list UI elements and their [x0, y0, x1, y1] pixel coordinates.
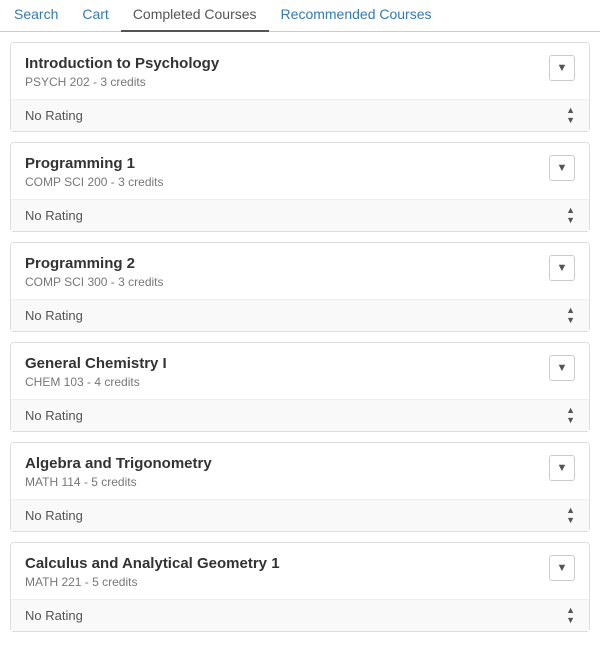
course-info: Introduction to Psychology PSYCH 202 - 3… [25, 55, 539, 89]
rating-row: No Rating ▲ ▼ [11, 200, 589, 231]
tab-completed-courses[interactable]: Completed Courses [121, 0, 269, 32]
course-subtitle: COMP SCI 300 - 3 credits [25, 275, 539, 289]
course-subtitle: COMP SCI 200 - 3 credits [25, 175, 539, 189]
course-dropdown-button[interactable]: ▼ [549, 455, 575, 481]
courses-list: Introduction to Psychology PSYCH 202 - 3… [0, 32, 600, 652]
course-card: Programming 2 COMP SCI 300 - 3 credits ▼… [10, 242, 590, 332]
course-title: Algebra and Trigonometry [25, 455, 539, 472]
course-dropdown-button[interactable]: ▼ [549, 55, 575, 81]
tab-search[interactable]: Search [10, 0, 70, 32]
navigation-tabs: Search Cart Completed Courses Recommende… [0, 0, 600, 32]
course-title: Programming 1 [25, 155, 539, 172]
course-title: Programming 2 [25, 255, 539, 272]
course-card: Calculus and Analytical Geometry 1 MATH … [10, 542, 590, 632]
rating-arrows-icon[interactable]: ▲ ▼ [566, 206, 575, 225]
course-header: Programming 2 COMP SCI 300 - 3 credits ▼ [11, 243, 589, 300]
tab-cart[interactable]: Cart [70, 0, 120, 32]
course-info: Programming 1 COMP SCI 200 - 3 credits [25, 155, 539, 189]
course-header: Calculus and Analytical Geometry 1 MATH … [11, 543, 589, 600]
course-subtitle: CHEM 103 - 4 credits [25, 375, 539, 389]
course-dropdown-button[interactable]: ▼ [549, 555, 575, 581]
course-header: Introduction to Psychology PSYCH 202 - 3… [11, 43, 589, 100]
course-header: Programming 1 COMP SCI 200 - 3 credits ▼ [11, 143, 589, 200]
rating-text: No Rating [25, 608, 83, 623]
rating-row: No Rating ▲ ▼ [11, 100, 589, 131]
rating-text: No Rating [25, 108, 83, 123]
course-header: General Chemistry I CHEM 103 - 4 credits… [11, 343, 589, 400]
rating-text: No Rating [25, 508, 83, 523]
course-info: Calculus and Analytical Geometry 1 MATH … [25, 555, 539, 589]
course-card: Programming 1 COMP SCI 200 - 3 credits ▼… [10, 142, 590, 232]
rating-row: No Rating ▲ ▼ [11, 600, 589, 631]
course-info: Programming 2 COMP SCI 300 - 3 credits [25, 255, 539, 289]
rating-arrows-icon[interactable]: ▲ ▼ [566, 106, 575, 125]
course-card: General Chemistry I CHEM 103 - 4 credits… [10, 342, 590, 432]
course-dropdown-button[interactable]: ▼ [549, 155, 575, 181]
course-title: Introduction to Psychology [25, 55, 539, 72]
course-dropdown-button[interactable]: ▼ [549, 255, 575, 281]
course-card: Introduction to Psychology PSYCH 202 - 3… [10, 42, 590, 132]
course-dropdown-button[interactable]: ▼ [549, 355, 575, 381]
rating-text: No Rating [25, 408, 83, 423]
rating-text: No Rating [25, 208, 83, 223]
course-info: Algebra and Trigonometry MATH 114 - 5 cr… [25, 455, 539, 489]
rating-row: No Rating ▲ ▼ [11, 400, 589, 431]
rating-arrows-icon[interactable]: ▲ ▼ [566, 506, 575, 525]
course-header: Algebra and Trigonometry MATH 114 - 5 cr… [11, 443, 589, 500]
rating-arrows-icon[interactable]: ▲ ▼ [566, 606, 575, 625]
course-subtitle: PSYCH 202 - 3 credits [25, 75, 539, 89]
course-subtitle: MATH 221 - 5 credits [25, 575, 539, 589]
course-title: General Chemistry I [25, 355, 539, 372]
rating-arrows-icon[interactable]: ▲ ▼ [566, 306, 575, 325]
rating-row: No Rating ▲ ▼ [11, 300, 589, 331]
course-subtitle: MATH 114 - 5 credits [25, 475, 539, 489]
rating-text: No Rating [25, 308, 83, 323]
rating-arrows-icon[interactable]: ▲ ▼ [566, 406, 575, 425]
course-title: Calculus and Analytical Geometry 1 [25, 555, 539, 572]
tab-recommended-courses[interactable]: Recommended Courses [269, 0, 444, 32]
course-info: General Chemistry I CHEM 103 - 4 credits [25, 355, 539, 389]
rating-row: No Rating ▲ ▼ [11, 500, 589, 531]
course-card: Algebra and Trigonometry MATH 114 - 5 cr… [10, 442, 590, 532]
